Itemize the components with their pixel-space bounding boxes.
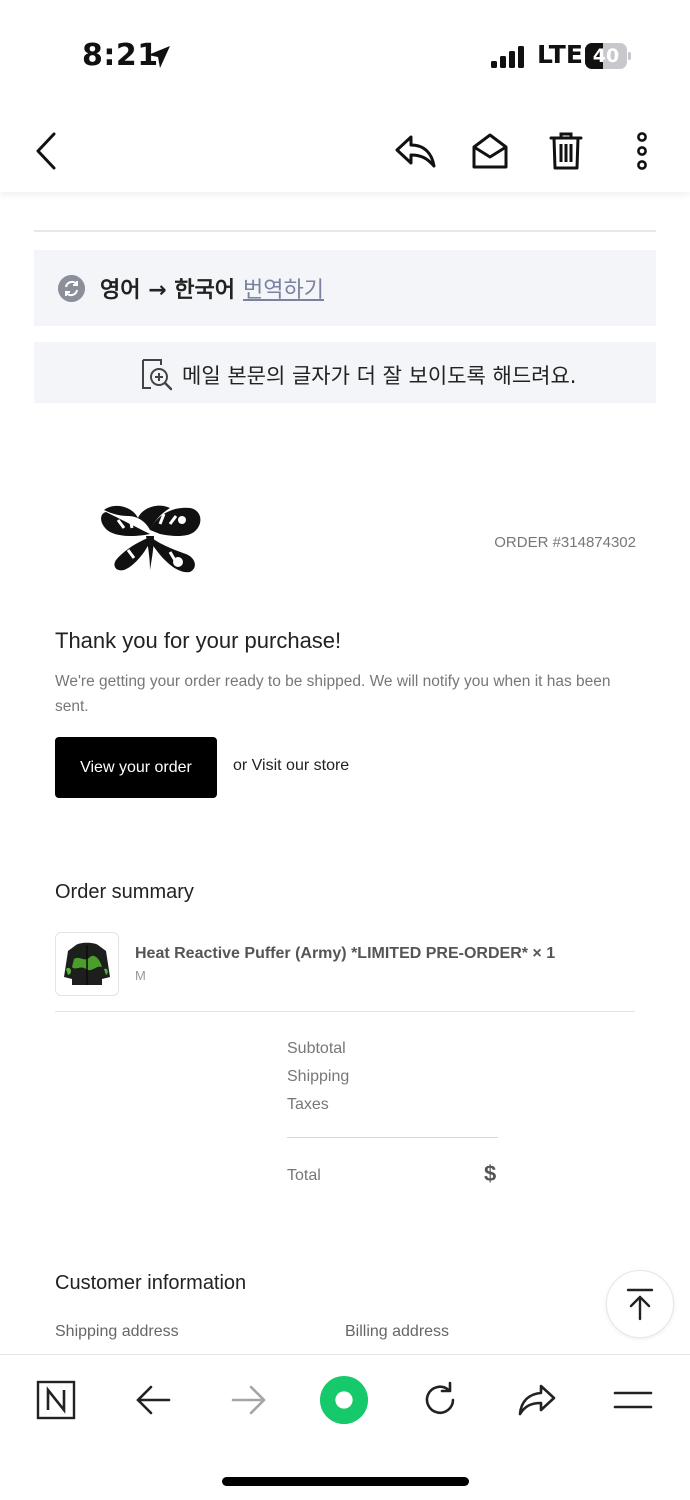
mark-read-button[interactable] [467,128,513,174]
battery-indicator: 40 [585,43,631,69]
brand-logo [101,505,201,573]
subtotal-label: Subtotal [287,1040,346,1057]
product-name: Heat Reactive Puffer (Army) *LIMITED PRE… [135,945,556,962]
signal-icon [491,46,524,68]
reply-icon [395,135,436,168]
delete-button[interactable] [543,128,589,174]
refresh-button[interactable] [415,1375,465,1425]
mail-open-icon [472,133,508,169]
readability-bar[interactable]: 메일 본문의 글자가 더 잘 보이도록 해드려요. [34,342,656,403]
home-indicator [222,1477,469,1486]
back-arrow-icon [136,1385,171,1415]
product-variant: M [135,968,146,983]
visit-store-link[interactable]: or Visit our store [233,757,349,775]
header-divider [34,230,656,232]
customer-info-title: Customer information [55,1272,247,1294]
thanks-body: We're getting your order ready to be shi… [55,673,611,715]
shipping-label: Shipping [287,1068,350,1085]
menu-icon [613,1391,653,1409]
total-divider [287,1137,498,1138]
total-label: Total [287,1167,321,1184]
scroll-top-icon [626,1288,654,1321]
share-icon [518,1384,556,1416]
view-order-button[interactable]: View your order [55,737,217,798]
total-value: $ [484,1161,497,1186]
mail-screen: 8:21 LTE 40 영어 → 한국어 번역하기 메일 본문의 글자가 더 잘… [0,0,690,1500]
translate-icon [58,275,85,302]
more-button[interactable] [619,128,665,174]
back-nav-button[interactable] [128,1375,178,1425]
naver-green-button[interactable] [319,1375,369,1425]
product-thumbnail [55,932,119,996]
puffer-jacket-image [64,942,110,985]
trash-icon [549,132,583,170]
order-summary-title: Order summary [55,881,194,903]
bottom-nav-bar [0,1354,690,1500]
mail-toolbar [0,110,690,192]
status-bar: 8:21 LTE 40 [0,0,690,110]
thanks-title: Thank you for your purchase! [55,628,342,653]
forward-arrow-icon [231,1385,266,1415]
battery-level: 40 [592,45,620,67]
naver-n-icon [36,1380,76,1420]
billing-address-label: Billing address [345,1323,450,1340]
refresh-icon [425,1381,455,1415]
more-vertical-icon [637,132,647,170]
order-number: ORDER #314874302 [494,534,636,551]
naver-green-icon [319,1375,369,1425]
naver-home-button[interactable] [31,1375,81,1425]
share-button[interactable] [512,1375,562,1425]
translate-direction: 영어 → 한국어 [100,278,235,303]
shipping-address-label: Shipping address [55,1323,179,1340]
taxes-label: Taxes [287,1096,329,1113]
forward-nav-button[interactable] [224,1375,274,1425]
back-chevron-icon [36,132,56,170]
network-type: LTE [537,40,583,69]
translate-link[interactable]: 번역하기 [243,272,324,304]
scroll-top-button[interactable] [606,1270,674,1338]
summary-divider [55,1011,635,1012]
back-button[interactable] [24,128,70,174]
reply-button[interactable] [392,128,438,174]
readability-text: 메일 본문의 글자가 더 잘 보이도록 해드려요. [182,364,577,388]
zoom-doc-icon [142,359,173,391]
menu-button[interactable] [608,1375,658,1425]
translate-bar: 영어 → 한국어 번역하기 [34,250,656,326]
location-arrow-icon [148,46,170,68]
